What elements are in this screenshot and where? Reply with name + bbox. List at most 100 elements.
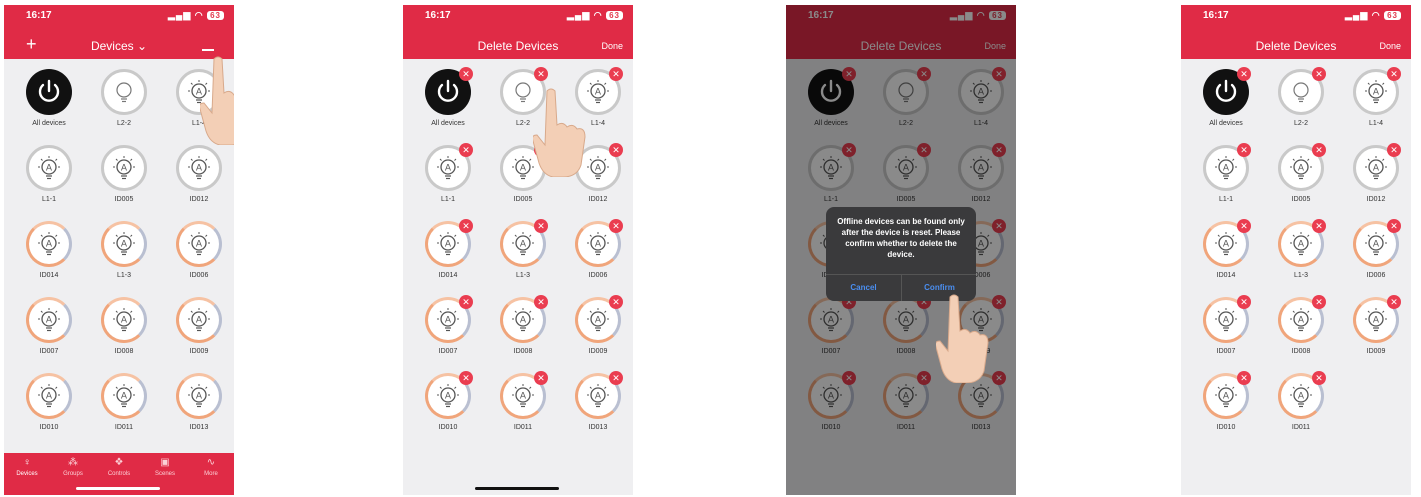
tab-controls[interactable]: ❖ Controls	[96, 457, 142, 477]
device-item[interactable]: L2-2 ✕	[1266, 63, 1336, 138]
delete-badge-icon[interactable]: ✕	[1312, 371, 1326, 385]
devices-title-dropdown[interactable]: Devices ⌄	[4, 39, 234, 53]
delete-badge-icon[interactable]: ✕	[459, 219, 473, 233]
battery-icon: 63	[1384, 11, 1401, 20]
delete-badge-icon[interactable]: ✕	[534, 67, 548, 81]
delete-badge-icon[interactable]: ✕	[534, 219, 548, 233]
device-item[interactable]: A ID013	[164, 367, 234, 442]
delete-badge-icon[interactable]: ✕	[459, 67, 473, 81]
device-label: ID006	[588, 272, 608, 279]
tab-scenes[interactable]: ▣ Scenes	[142, 457, 188, 477]
device-label: ID009	[1366, 348, 1386, 355]
svg-text:A: A	[1298, 316, 1305, 326]
device-item[interactable]: A ID011	[89, 367, 159, 442]
delete-badge-icon[interactable]: ✕	[1312, 219, 1326, 233]
device-label: ID007	[1216, 348, 1236, 355]
device-item[interactable]: A ID014	[14, 215, 84, 290]
device-item[interactable]: A ID009	[164, 291, 234, 366]
device-item[interactable]: L2-2	[89, 63, 159, 138]
delete-badge-icon[interactable]: ✕	[1387, 67, 1401, 81]
device-item[interactable]: A ID008	[89, 291, 159, 366]
delete-badge-icon[interactable]: ✕	[1387, 219, 1401, 233]
device-item[interactable]: A L1-1 ✕	[1191, 139, 1261, 214]
device-item[interactable]: A ID008 ✕	[1266, 291, 1336, 366]
device-item[interactable]: A L1-3 ✕	[1266, 215, 1336, 290]
delete-badge-icon[interactable]: ✕	[534, 295, 548, 309]
home-indicator	[76, 487, 160, 490]
device-label: ID008	[114, 348, 134, 355]
device-label: All devices	[32, 120, 66, 127]
signal-wifi-icon: ▂▄▆ ◠ 63	[168, 10, 224, 21]
delete-badge-icon[interactable]: ✕	[609, 371, 623, 385]
device-item[interactable]: All devices	[14, 63, 84, 138]
device-item[interactable]: A ID006 ✕	[563, 215, 633, 290]
status-time: 16:17	[1203, 10, 1229, 21]
device-item[interactable]: A ID005 ✕	[1266, 139, 1336, 214]
svg-text:A: A	[445, 316, 452, 326]
delete-badge-icon[interactable]: ✕	[1312, 295, 1326, 309]
cancel-button[interactable]: Cancel	[826, 275, 901, 301]
delete-badge-icon[interactable]: ✕	[1237, 219, 1251, 233]
delete-badge-icon[interactable]: ✕	[609, 143, 623, 157]
device-item[interactable]: A ID007 ✕	[1191, 291, 1261, 366]
delete-badge-icon[interactable]: ✕	[609, 67, 623, 81]
delete-badge-icon[interactable]: ✕	[1312, 143, 1326, 157]
device-item[interactable]: A L1-3	[89, 215, 159, 290]
delete-mode-button[interactable]	[202, 49, 214, 51]
delete-badge-icon[interactable]: ✕	[1237, 371, 1251, 385]
svg-text:A: A	[595, 88, 602, 98]
delete-badge-icon[interactable]: ✕	[534, 371, 548, 385]
light-bulb-icon: A	[26, 221, 72, 267]
device-item[interactable]: A ID011 ✕	[488, 367, 558, 442]
device-label: ID005	[513, 196, 533, 203]
tab-more[interactable]: ∿ More	[188, 457, 234, 477]
device-item[interactable]: All devices ✕	[413, 63, 483, 138]
light-bulb-icon: A	[26, 145, 72, 191]
device-item[interactable]: A L1-1 ✕	[413, 139, 483, 214]
device-item[interactable]: A ID008 ✕	[488, 291, 558, 366]
device-item[interactable]: A ID010 ✕	[1191, 367, 1261, 442]
delete-badge-icon[interactable]: ✕	[609, 219, 623, 233]
device-item[interactable]: A ID006 ✕	[1341, 215, 1411, 290]
device-item[interactable]: A ID010	[14, 367, 84, 442]
device-item[interactable]: A ID014 ✕	[413, 215, 483, 290]
delete-badge-icon[interactable]: ✕	[1387, 295, 1401, 309]
device-item[interactable]: A L1-4 ✕	[1341, 63, 1411, 138]
device-item[interactable]: A ID012 ✕	[1341, 139, 1411, 214]
device-item[interactable]: A ID009 ✕	[1341, 291, 1411, 366]
device-item[interactable]: A ID010 ✕	[413, 367, 483, 442]
device-item[interactable]: A L1-1	[14, 139, 84, 214]
delete-badge-icon[interactable]: ✕	[459, 295, 473, 309]
device-item[interactable]: A ID006	[164, 215, 234, 290]
delete-badge-icon[interactable]: ✕	[459, 143, 473, 157]
delete-badge-icon[interactable]: ✕	[1237, 143, 1251, 157]
svg-text:A: A	[121, 164, 128, 174]
device-item[interactable]: A ID012	[164, 139, 234, 214]
delete-badge-icon[interactable]: ✕	[1237, 295, 1251, 309]
tab-groups[interactable]: ⁂ Groups	[50, 457, 96, 477]
device-item[interactable]: A ID005	[89, 139, 159, 214]
device-item[interactable]: A ID013 ✕	[563, 367, 633, 442]
tab-devices[interactable]: ♀ Devices	[4, 457, 50, 477]
device-item[interactable]: A ID009 ✕	[563, 291, 633, 366]
device-item[interactable]: A ID007 ✕	[413, 291, 483, 366]
device-label: ID010	[39, 424, 59, 431]
done-button[interactable]: Done	[1379, 41, 1401, 51]
delete-badge-icon[interactable]: ✕	[1387, 143, 1401, 157]
chevron-down-icon: ⌄	[136, 39, 148, 53]
device-item[interactable]: A ID011 ✕	[1266, 367, 1336, 442]
signal-wifi-icon: ▂▄▆ ◠ 63	[1345, 10, 1401, 21]
device-item[interactable]: All devices ✕	[1191, 63, 1261, 138]
delete-badge-icon[interactable]: ✕	[1312, 67, 1326, 81]
done-button[interactable]: Done	[601, 41, 623, 51]
device-item[interactable]: A L1-3 ✕	[488, 215, 558, 290]
screen-delete-confirm: Delete Devices Done 16:17 ▂▄▆ ◠ 63 All d…	[786, 5, 1016, 495]
device-label: ID006	[189, 272, 209, 279]
delete-badge-icon[interactable]: ✕	[609, 295, 623, 309]
device-item[interactable]: A ID014 ✕	[1191, 215, 1261, 290]
device-item[interactable]: A ID007	[14, 291, 84, 366]
delete-badge-icon[interactable]: ✕	[1237, 67, 1251, 81]
svg-text:A: A	[196, 316, 203, 326]
delete-badge-icon[interactable]: ✕	[459, 371, 473, 385]
bulb-icon: ♀	[23, 457, 31, 468]
